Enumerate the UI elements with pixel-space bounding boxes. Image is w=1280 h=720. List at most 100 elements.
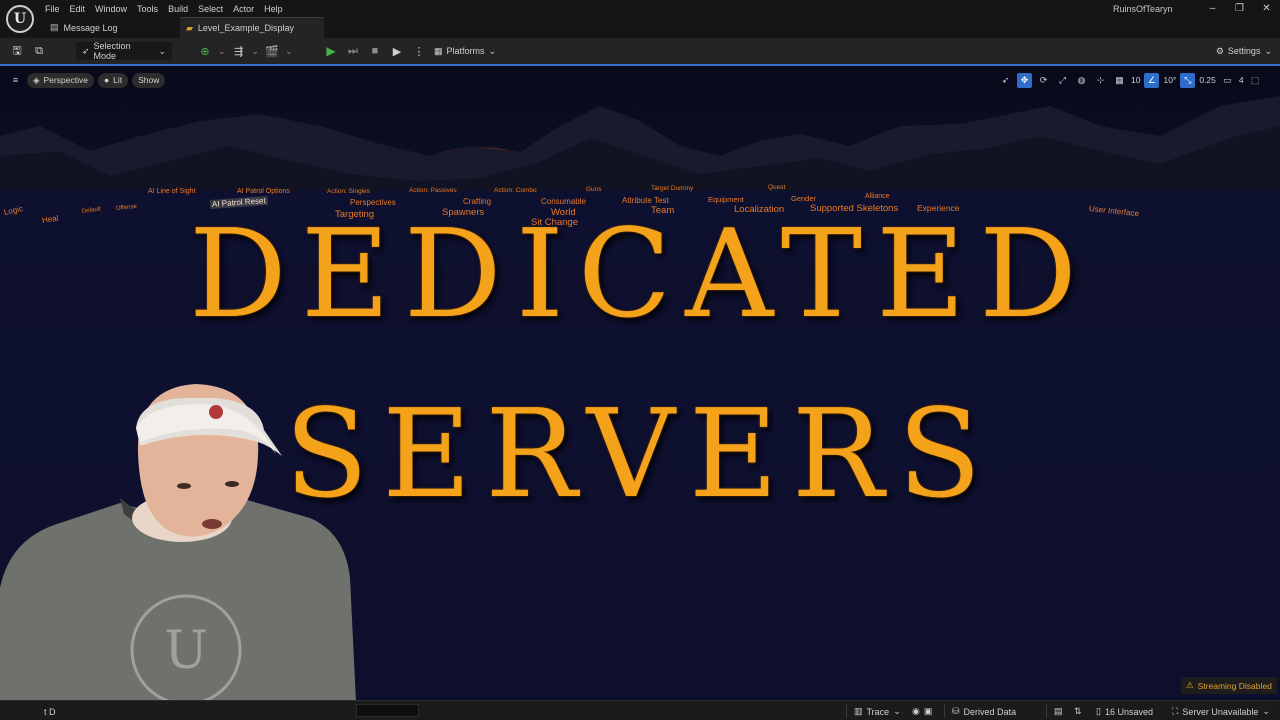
perspective-button[interactable]: ◈ Perspective (27, 72, 94, 88)
level-label: AI Line of Sight (148, 188, 196, 195)
trace-button[interactable]: ▥ Trace ⌄ (854, 705, 901, 718)
cinematics-icon[interactable]: 🎬 (263, 42, 281, 60)
lit-label: Lit (113, 75, 123, 85)
screenshot-icon[interactable]: ▣ (924, 706, 933, 717)
level-label: Alliance (865, 193, 890, 200)
menu-help[interactable]: Help (263, 3, 292, 15)
world-space-icon[interactable]: ◍ (1074, 73, 1089, 88)
menu-build[interactable]: Build (167, 3, 197, 15)
step-icon[interactable]: ⏭ (344, 42, 362, 60)
launch-icon[interactable]: ▶ (388, 42, 406, 60)
save-icon[interactable]: 🖫 (8, 42, 26, 60)
chevron-down-icon: ⌄ (1264, 45, 1272, 56)
level-icon: ▰ (186, 22, 193, 33)
menu-select[interactable]: Select (197, 3, 232, 15)
grid-snap-value[interactable]: 10 (1131, 75, 1140, 85)
level-label: Action: Singles (327, 188, 370, 195)
tab-message-log[interactable]: ▤ Message Log (44, 17, 180, 38)
chart-icon: ▤ (1054, 706, 1063, 716)
derived-data-button[interactable]: ⛁ Derived Data (952, 705, 1016, 718)
chevron-down-icon: ⌄ (488, 45, 497, 56)
gear-icon: ⚙ (1215, 45, 1224, 56)
unreal-logo-icon[interactable]: U (6, 5, 34, 33)
settings-button[interactable]: ⚙ Settings ⌄ (1216, 42, 1272, 60)
menu-file[interactable]: File (44, 3, 69, 15)
platforms-dropdown[interactable]: ▦ Platforms ⌄ (434, 42, 496, 60)
tab-label: Level_Example_Display (197, 23, 294, 33)
revision-control-icon[interactable]: ▤ (1054, 705, 1063, 718)
chevron-down-icon: ⌄ (251, 45, 260, 56)
main-menu: File Edit Window Tools Build Select Acto… (44, 3, 292, 15)
scale-icon[interactable]: ⤢ (1055, 73, 1070, 88)
server-icon: ⛶ (1172, 706, 1179, 716)
rotate-icon[interactable]: ⟳ (1036, 73, 1051, 88)
source-control-icon[interactable]: ⇅ (1074, 705, 1082, 718)
play-icon[interactable]: ▶ (322, 42, 340, 60)
project-name: RuinsOfTearyn (1113, 4, 1173, 14)
sync-icon: ⇅ (1074, 706, 1082, 716)
divider (1046, 704, 1047, 718)
lit-button[interactable]: ● Lit (97, 72, 129, 88)
level-label: Quest (768, 184, 786, 191)
console-command-input[interactable] (356, 704, 419, 717)
hamburger-menu-icon[interactable]: ≡ (8, 73, 23, 88)
cursor-icon: ➶ (82, 45, 90, 56)
sphere-icon: ● (103, 75, 110, 85)
play-controls: ▶ ⏭ ■ ▶ ⋮ (322, 42, 428, 60)
level-label: Guns (586, 186, 602, 193)
show-label: Show (138, 75, 160, 85)
server-status-button[interactable]: ⛶ Server Unavailable ⌄ (1172, 705, 1270, 718)
unsaved-button[interactable]: ▯ 16 Unsaved (1096, 705, 1153, 718)
restore-icon[interactable]: ❐ (1226, 0, 1253, 17)
translate-icon[interactable]: ✥ (1017, 72, 1032, 88)
add-actor-icon[interactable]: ⊕ (196, 42, 214, 60)
unsaved-label: 16 Unsaved (1104, 706, 1153, 717)
file-icon: ▯ (1096, 706, 1101, 716)
editor-window: U File Edit Window Tools Build Select Ac… (0, 0, 1280, 720)
camera-speed-value[interactable]: 4 (1239, 75, 1244, 85)
surface-snap-icon[interactable]: ⊹ (1093, 73, 1108, 88)
selection-mode-dropdown[interactable]: ➶ Selection Mode ⌄ (76, 41, 172, 61)
menu-tools[interactable]: Tools (136, 3, 167, 15)
scale-snap-value[interactable]: 0.25 (1199, 75, 1216, 85)
presenter-image: U (0, 384, 356, 700)
presenter-mouth (202, 519, 222, 529)
level-label: Gender (791, 194, 817, 203)
record-icon[interactable]: ◉ (912, 706, 920, 717)
menu-edit[interactable]: Edit (69, 3, 95, 15)
menu-window[interactable]: Window (94, 3, 136, 15)
level-label: Target Dummy (651, 185, 694, 192)
content-drawer-fragment[interactable]: t D (44, 705, 56, 718)
level-viewport[interactable]: ≡ ◈ Perspective ● Lit Show ➶ ✥ ⟳ ⤢ ◍ ⊹ ▦… (0, 64, 1280, 700)
rotation-snap-value[interactable]: 10° (1163, 75, 1176, 85)
perspective-label: Perspective (43, 75, 88, 85)
level-label: AI Patrol Options (237, 188, 290, 195)
blueprint-icon[interactable]: ⇶ (230, 42, 248, 60)
viewport-toolbar-right: ➶ ✥ ⟳ ⤢ ◍ ⊹ ▦ 10 ∠ 10° ⤡ 0.25 ▭ 4 ⬚ (998, 72, 1263, 88)
main-toolbar: 🖫 ⧉ ➶ Selection Mode ⌄ ⊕ ⌄ ⇶ ⌄ 🎬 ⌄ ▶ ⏭ ■… (0, 38, 1280, 64)
menu-actor[interactable]: Actor (232, 3, 263, 15)
grid-snap-icon[interactable]: ▦ (1112, 73, 1127, 88)
select-cursor-icon[interactable]: ➶ (998, 73, 1013, 88)
camera-speed-icon[interactable]: ▭ (1220, 73, 1235, 88)
content-browser-icon[interactable]: ⧉ (30, 42, 48, 60)
show-button[interactable]: Show (132, 72, 166, 88)
stop-icon[interactable]: ■ (366, 42, 384, 60)
scale-snap-icon[interactable]: ⤡ (1180, 72, 1196, 88)
database-icon: ⛁ (952, 706, 960, 716)
rotation-snap-icon[interactable]: ∠ (1144, 72, 1160, 88)
streaming-label: Streaming Disabled (1197, 680, 1272, 691)
tab-level-example-display[interactable]: ▰ Level_Example_Display (180, 17, 324, 38)
close-icon[interactable]: ✕ (1253, 0, 1280, 17)
cube-icon: ◈ (33, 74, 40, 85)
streaming-disabled-notice: ⚠ Streaming Disabled (1181, 677, 1277, 694)
chevron-down-icon: ⌄ (285, 45, 293, 56)
maximize-viewport-icon[interactable]: ⬚ (1248, 73, 1263, 88)
divider (944, 704, 945, 718)
more-options-icon[interactable]: ⋮ (410, 42, 428, 60)
shirt-logo-glyph: U (164, 621, 208, 681)
status-bar: t D ▥ Trace ⌄ ◉ ▣ ⛁ Derived Data ▤ ⇅ ▯ 1… (0, 700, 1280, 720)
minimize-icon[interactable]: – (1199, 0, 1226, 17)
tab-label: Message Log (63, 22, 118, 33)
viewport-toolbar-left: ≡ ◈ Perspective ● Lit Show (8, 72, 166, 88)
